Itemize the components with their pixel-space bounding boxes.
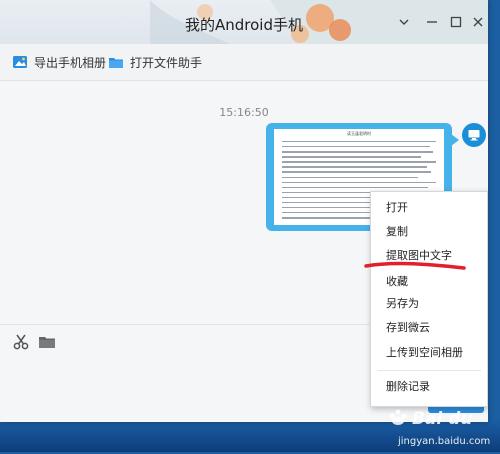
baidu-jingyan-logo: Bai du jingyan.baidu.com <box>389 409 490 447</box>
thumbnail-text-line <box>282 141 436 143</box>
title-bar[interactable]: 我的Android手机 <box>0 0 488 44</box>
thumbnail-doc-title: 读玉逢君明时 <box>347 131 371 136</box>
thumbnail-text-line <box>282 166 427 168</box>
menu-item-save-to-weiyun[interactable]: 存到微云 <box>371 316 487 340</box>
chat-window: 我的Android手机 导出手机相册 打开文件助手 15:16:50 读玉逢君明… <box>0 0 488 422</box>
device-icon <box>468 130 480 141</box>
export-photos-button[interactable]: 导出手机相册 <box>12 53 106 71</box>
thumbnail-text-line <box>282 176 418 178</box>
avatar[interactable] <box>462 123 486 147</box>
baidu-watermark: Bai du jingyan.baidu.com <box>380 402 498 450</box>
menu-item-delete[interactable]: 删除记录 <box>371 375 487 399</box>
red-underline-annotation <box>364 261 466 270</box>
menu-item-save-as[interactable]: 另存为 <box>371 292 487 316</box>
menu-item-copy[interactable]: 复制 <box>371 220 487 244</box>
folder-icon[interactable] <box>38 333 56 355</box>
thumbnail-text-line <box>282 217 375 219</box>
export-photos-label: 导出手机相册 <box>34 55 107 70</box>
thumbnail-text-line <box>282 146 430 148</box>
thumbnail-text-line <box>282 181 436 184</box>
minimize-icon[interactable] <box>424 15 440 31</box>
open-file-assistant-label: 打开文件助手 <box>130 55 203 70</box>
bubble-tail <box>451 134 459 146</box>
toolbar: 导出手机相册 打开文件助手 <box>0 44 488 81</box>
context-menu: 打开 复制 提取图中文字 收藏 另存为 存到微云 上传到空间相册 删除记录 <box>370 191 488 407</box>
thumbnail-text-line <box>282 161 436 163</box>
menu-separator <box>377 370 481 371</box>
svg-text:Bai du: Bai du <box>412 409 472 429</box>
photo-export-icon <box>13 56 27 68</box>
open-file-assistant-button[interactable]: 打开文件助手 <box>108 53 202 71</box>
thumbnail-text-line <box>282 186 429 189</box>
close-icon[interactable] <box>470 15 486 31</box>
svg-text:jingyan.baidu.com: jingyan.baidu.com <box>397 436 490 447</box>
thumbnail-text-line <box>282 171 432 173</box>
chevron-down-icon[interactable] <box>396 15 412 31</box>
window-title: 我的Android手机 <box>185 16 303 34</box>
thumbnail-text-line <box>282 156 421 158</box>
thumbnail-text-line <box>282 151 433 153</box>
scissors-icon[interactable] <box>12 333 30 355</box>
menu-item-upload-album[interactable]: 上传到空间相册 <box>371 341 487 365</box>
maximize-icon[interactable] <box>448 15 464 31</box>
folder-icon <box>109 58 123 68</box>
message-timestamp: 15:16:50 <box>219 106 269 119</box>
menu-item-open[interactable]: 打开 <box>371 196 487 220</box>
